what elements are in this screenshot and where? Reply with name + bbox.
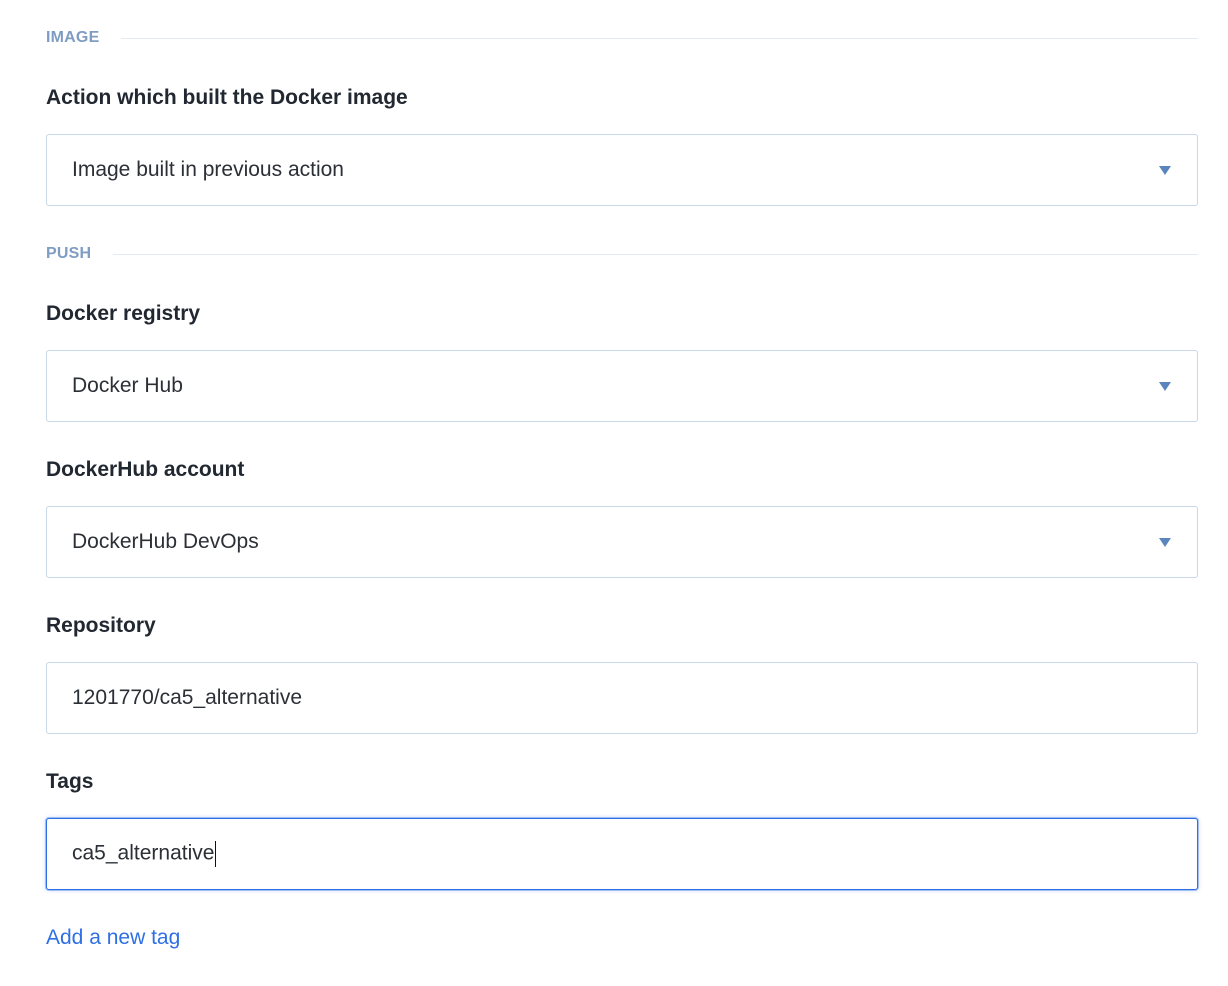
section-title-image: IMAGE: [46, 29, 100, 46]
registry-select[interactable]: Docker Hub: [46, 350, 1198, 422]
tag-input[interactable]: ca5_alternative: [46, 818, 1198, 890]
text-cursor: [215, 841, 217, 867]
docker-push-form: IMAGE Action which built the Docker imag…: [0, 0, 1228, 986]
tags-label: Tags: [46, 770, 94, 793]
account-select[interactable]: DockerHub DevOps: [46, 506, 1198, 578]
account-select-value: DockerHub DevOps: [72, 530, 259, 553]
chevron-down-icon[interactable]: [1159, 165, 1171, 175]
action-select-value: Image built in previous action: [72, 158, 344, 181]
section-header-push: PUSH: [46, 244, 1198, 264]
section-header-image: IMAGE: [46, 28, 1198, 48]
account-label: DockerHub account: [46, 458, 245, 481]
registry-select-value: Docker Hub: [72, 374, 183, 397]
section-divider: [113, 253, 1198, 255]
tag-input-text[interactable]: ca5_alternative: [72, 842, 214, 865]
action-label: Action which built the Docker image: [46, 86, 408, 109]
chevron-down-icon[interactable]: [1159, 381, 1171, 391]
repository-input[interactable]: 1201770/ca5_alternative: [46, 662, 1198, 734]
repository-input-value[interactable]: 1201770/ca5_alternative: [72, 686, 1171, 710]
tag-input-value[interactable]: ca5_alternative: [72, 841, 1171, 867]
section-title-push: PUSH: [46, 245, 92, 262]
action-select[interactable]: Image built in previous action: [46, 134, 1198, 206]
add-tag-link[interactable]: Add a new tag: [46, 924, 180, 952]
repository-label: Repository: [46, 614, 156, 637]
section-divider: [121, 37, 1198, 39]
chevron-down-icon[interactable]: [1159, 537, 1171, 547]
registry-label: Docker registry: [46, 302, 201, 325]
